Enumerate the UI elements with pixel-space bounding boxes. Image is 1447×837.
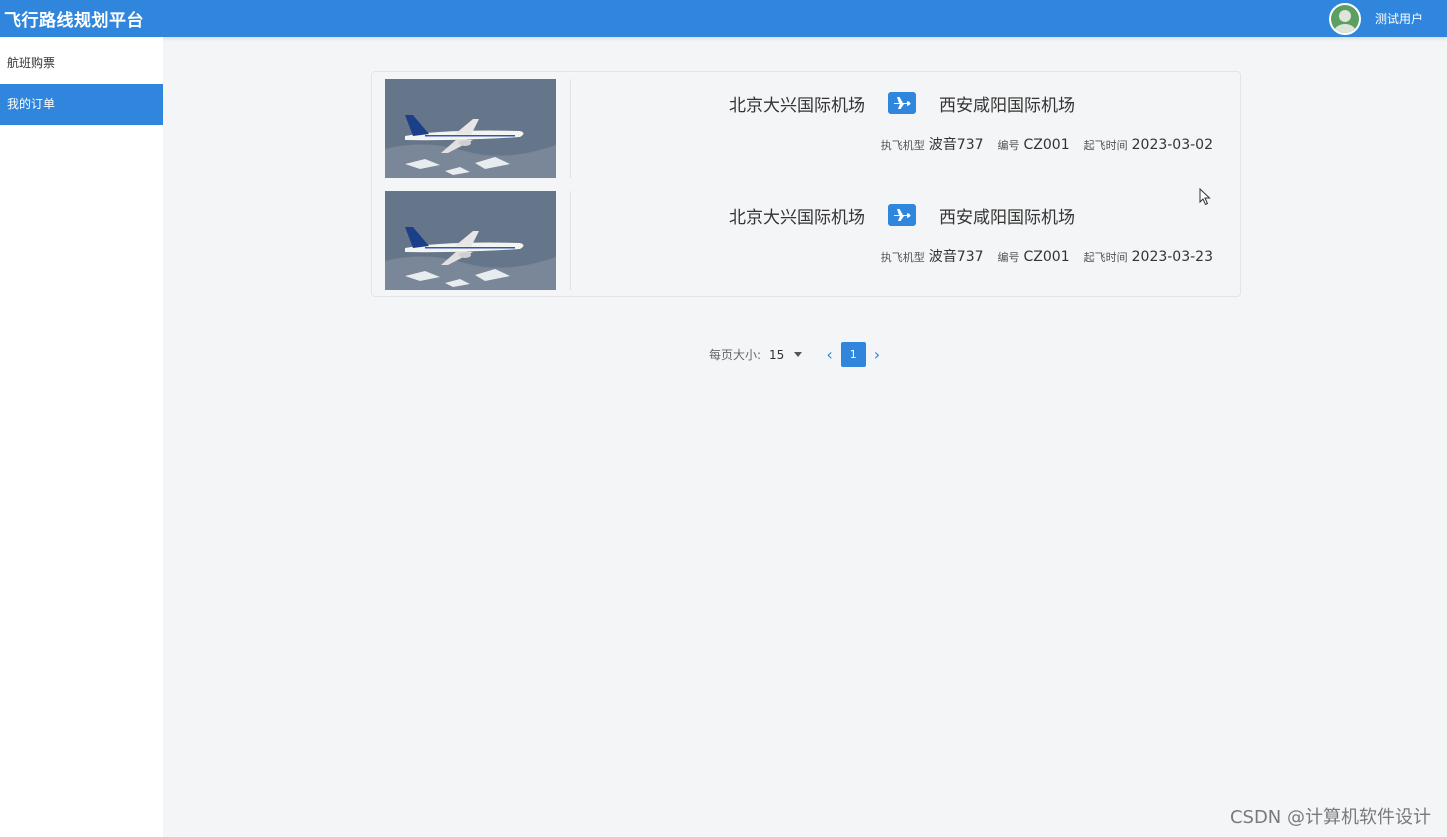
departure-airport: 北京大兴国际机场 xyxy=(729,207,865,228)
departure-time-label: 起飞时间 xyxy=(1083,139,1128,152)
page-size-select[interactable]: 15 xyxy=(769,347,803,362)
departure-time: 2023-03-23 xyxy=(1131,249,1213,265)
aircraft-model: 波音737 xyxy=(928,137,984,153)
order-list: 北京大兴国际机场 西安咸阳国际机场 执飞机型 波音737 编号 CZ001 起飞时间… xyxy=(371,71,1241,297)
route: 北京大兴国际机场 西安咸阳国际机场 xyxy=(722,90,1082,116)
airplane-image xyxy=(385,79,556,178)
divider xyxy=(570,79,571,178)
pagination: 每页大小: 15 ‹ 1 › xyxy=(709,342,880,367)
app-title: 飞行路线规划平台 xyxy=(4,11,144,31)
order-item[interactable]: 北京大兴国际机场 西安咸阳国际机场 执飞机型 波音737 编号 CZ001 起飞时间… xyxy=(372,184,1240,296)
page-size-label: 每页大小: xyxy=(709,348,762,362)
next-page-icon[interactable]: › xyxy=(874,342,880,367)
flight-number-label: 编号 xyxy=(997,251,1020,264)
sidebar-item-my-orders[interactable]: 我的订单 xyxy=(0,84,163,125)
airplane-icon xyxy=(888,204,916,226)
flight-details: 执飞机型 波音737 编号 CZ001 起飞时间 2023-03-02 xyxy=(881,134,1213,154)
departure-time-label: 起飞时间 xyxy=(1083,251,1128,264)
departure-time: 2023-03-02 xyxy=(1131,137,1213,153)
departure-airport: 北京大兴国际机场 xyxy=(729,95,865,116)
top-header: 飞行路线规划平台 测试用户 xyxy=(0,0,1447,37)
divider xyxy=(570,191,571,290)
flight-number: CZ001 xyxy=(1023,249,1070,265)
user-name[interactable]: 测试用户 xyxy=(1375,10,1423,27)
prev-page-icon[interactable]: ‹ xyxy=(826,342,832,367)
watermark: CSDN @计算机软件设计 xyxy=(1229,807,1431,828)
arrival-airport: 西安咸阳国际机场 xyxy=(939,95,1075,116)
flight-number: CZ001 xyxy=(1023,137,1070,153)
sidebar-item-book-flight[interactable]: 航班购票 xyxy=(0,43,163,84)
order-item[interactable]: 北京大兴国际机场 西安咸阳国际机场 执飞机型 波音737 编号 CZ001 起飞时间… xyxy=(372,72,1240,184)
user-menu[interactable]: 测试用户 xyxy=(1328,2,1447,35)
mouse-cursor-icon xyxy=(1199,187,1211,210)
arrival-airport: 西安咸阳国际机场 xyxy=(939,207,1075,228)
page-number-button[interactable]: 1 xyxy=(840,342,866,367)
user-avatar-icon[interactable] xyxy=(1328,2,1361,35)
flight-details: 执飞机型 波音737 编号 CZ001 起飞时间 2023-03-23 xyxy=(881,246,1213,266)
sidebar: 航班购票 我的订单 xyxy=(0,37,163,837)
caret-down-icon xyxy=(794,352,803,357)
aircraft-model: 波音737 xyxy=(928,249,984,265)
flight-number-label: 编号 xyxy=(997,139,1020,152)
aircraft-label: 执飞机型 xyxy=(880,139,925,152)
page-size-value: 15 xyxy=(769,347,785,362)
airplane-image xyxy=(385,191,556,290)
aircraft-label: 执飞机型 xyxy=(880,251,925,264)
route: 北京大兴国际机场 西安咸阳国际机场 xyxy=(722,202,1082,228)
airplane-icon xyxy=(888,92,916,114)
